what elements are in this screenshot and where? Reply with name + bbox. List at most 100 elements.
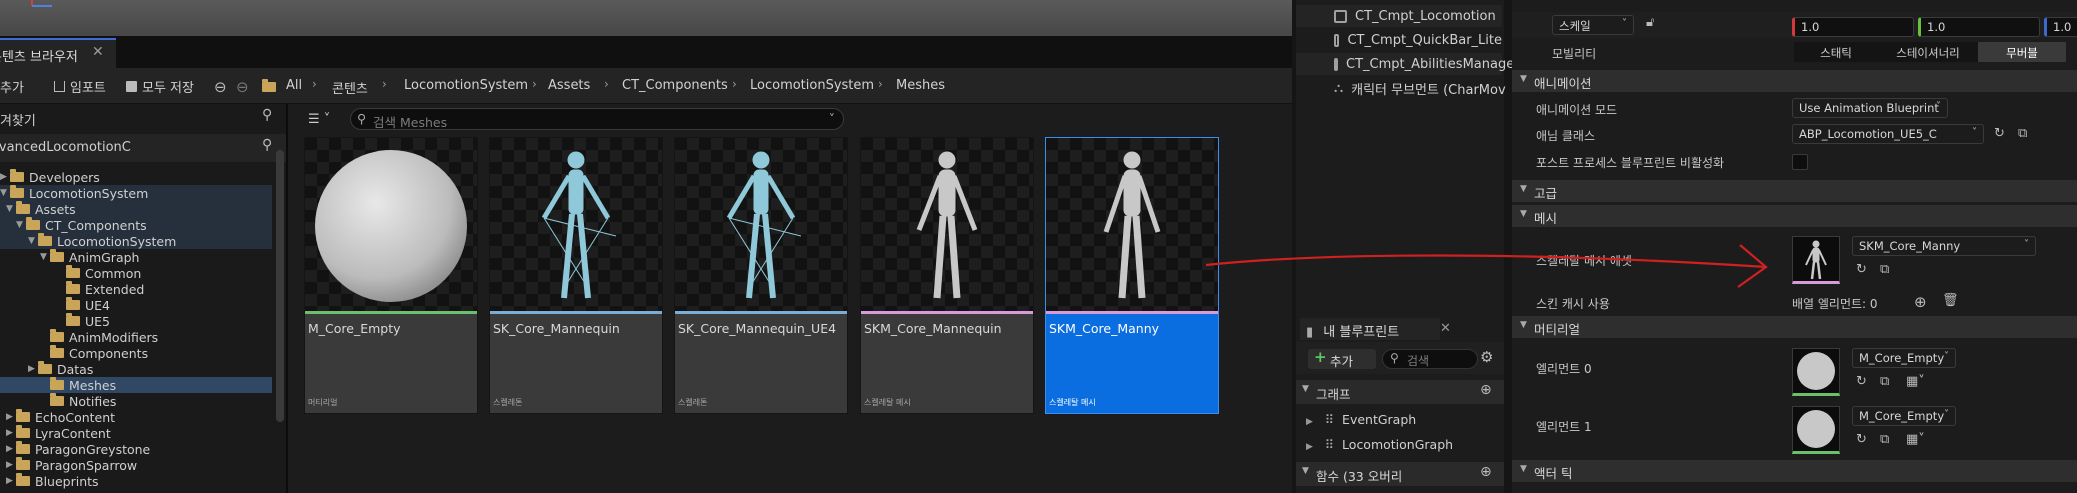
folder-tree-item[interactable]: Notifies — [0, 393, 272, 409]
filter-icon[interactable]: ☰ ˅ — [308, 112, 330, 127]
mobility-static-option[interactable]: 스태틱 — [1794, 42, 1878, 62]
trash-icon[interactable]: 🗑︎ — [1942, 293, 1959, 308]
add-circle-icon[interactable]: ⊕ — [1480, 382, 1492, 398]
folder-tree-item[interactable]: Components — [0, 345, 272, 361]
history-back-icon[interactable]: ⊖ — [214, 77, 227, 97]
level-viewport[interactable] — [0, 0, 1292, 36]
my-blueprint-tab[interactable]: ▮ 내 블루프린트 ✕ — [1300, 318, 1451, 340]
scale-mode-dropdown[interactable]: 스케일 ˅ — [1552, 15, 1634, 35]
lock-icon[interactable]: 🔓︎ — [1646, 15, 1654, 30]
folder-tree-item[interactable]: Meshes — [0, 377, 272, 393]
folder-tree-item[interactable]: ▶ ParagonSparrow — [0, 457, 272, 473]
folder-tree-item[interactable]: ▼ Assets — [0, 201, 272, 217]
mobility-movable-option[interactable]: 무버블 — [1978, 42, 2066, 62]
mobility-stationary-option[interactable]: 스테이셔너리 — [1878, 42, 1978, 62]
chevron-right-icon[interactable]: ▶ — [6, 444, 16, 454]
breadcrumb-assets[interactable]: Assets — [548, 78, 590, 93]
close-icon[interactable]: ✕ — [1440, 321, 1451, 336]
use-selected-icon[interactable]: ↻ — [1856, 432, 1867, 447]
folder-tree-item[interactable]: ▶ Blueprints — [0, 473, 272, 489]
folder-tree-item[interactable]: Extended — [0, 281, 272, 297]
folder-tree-item[interactable]: Common — [0, 265, 272, 281]
folder-tree-item[interactable]: ▶ EchoContent — [0, 409, 272, 425]
actor-tick-section-header[interactable]: ▼ 액터 틱 — [1512, 460, 2077, 482]
chevron-down-icon[interactable]: ▼ — [16, 220, 26, 230]
checker-options-icon[interactable]: ▦˅ — [1906, 432, 1925, 447]
use-selected-icon[interactable]: ↻ — [1994, 126, 2005, 141]
breadcrumb-meshes[interactable]: Meshes — [896, 78, 945, 93]
asset-tile-sk-core-mannequin[interactable]: SK_Core_Mannequin 스켈레톤 — [489, 137, 663, 414]
favorites-header[interactable]: 즐겨찾기 ⚲ — [0, 104, 286, 132]
folder-tree-item[interactable]: UE5 — [0, 313, 272, 329]
folder-tree-item[interactable]: ▶ ParagonGreystone — [0, 441, 272, 457]
folder-tree-item[interactable]: ▼ LocomotionSystem — [0, 233, 272, 249]
folder-tree-item[interactable]: ▶ Developers — [0, 169, 272, 185]
folder-tree-item[interactable]: ▼ AnimGraph — [0, 249, 272, 265]
materials-section-header[interactable]: ▼ 머티리얼 — [1512, 316, 2077, 338]
save-all-button[interactable]: 모두 저장 — [126, 76, 194, 96]
browse-icon[interactable]: ⧉ — [1880, 262, 1889, 277]
anim-class-dropdown[interactable]: ABP_Locomotion_UE5_C ˅ — [1792, 124, 1984, 144]
graph-item-locomotiongraph[interactable]: ▶ ⠿ LocomotionGraph — [1306, 437, 1453, 452]
skeletal-asset-dropdown[interactable]: SKM_Core_Manny ˅ — [1852, 236, 2036, 256]
import-button[interactable]: 임포트 — [54, 76, 106, 96]
advanced-section-header[interactable]: ▼ 고급 — [1512, 180, 2077, 202]
material-dropdown[interactable]: M_Core_Empty ˅ — [1852, 348, 1956, 368]
animation-section-header[interactable]: ▼ 애니메이션 — [1512, 70, 2077, 92]
asset-tile-skm-core-manny[interactable]: SKM_Core_Manny 스켈레탈 메시 — [1045, 137, 1219, 414]
breadcrumb-ct-components[interactable]: CT_Components — [622, 78, 728, 93]
breadcrumb-all[interactable]: All — [286, 78, 302, 93]
breadcrumb-content[interactable]: 콘텐츠 — [332, 78, 368, 97]
material-thumbnail[interactable] — [1792, 348, 1840, 396]
blueprint-search-input[interactable]: ⚲ 검색 — [1382, 349, 1478, 369]
functions-section-header[interactable]: ▼ 함수 (33 오버리 ⊕ — [1296, 462, 1504, 486]
chevron-right-icon[interactable]: ▶ — [6, 460, 16, 470]
component-item[interactable]: CT_Cmpt_AbilitiesManager — [1296, 53, 1520, 75]
content-browser-tab[interactable]: 콘텐츠 브라우저 ✕ — [0, 38, 116, 68]
folder-tree-item[interactable]: ▼ CT_Components — [0, 217, 272, 233]
add-circle-icon[interactable]: ⊕ — [1480, 464, 1492, 480]
scale-x-input[interactable]: 1.0 — [1792, 17, 1914, 37]
browse-icon[interactable]: ⧉ — [1880, 374, 1889, 389]
search-icon[interactable]: ⚲ — [262, 107, 272, 123]
asset-tile-m-core-empty[interactable]: M_Core_Empty 머티리얼 — [304, 137, 478, 414]
anim-mode-dropdown[interactable]: Use Animation Blueprint ˅ — [1792, 98, 1948, 118]
scale-z-input[interactable]: 1.0 — [2044, 17, 2077, 37]
folder-tree-item[interactable]: UE4 — [0, 297, 272, 313]
folder-tree-item[interactable]: AnimModifiers — [0, 329, 272, 345]
folder-tree-item[interactable]: ▼ LocomotionSystem — [0, 185, 272, 201]
search-icon[interactable]: ⚲ — [262, 137, 272, 153]
add-circle-icon[interactable]: ⊕ — [1914, 293, 1927, 311]
add-button[interactable]: 추가 — [0, 76, 24, 96]
chevron-right-icon[interactable]: ▶ — [0, 172, 10, 182]
project-header[interactable]: AdvancedLocomotionC ⚲ — [0, 134, 286, 162]
folder-tree-item[interactable]: ▶ LyraContent — [0, 425, 272, 441]
use-selected-icon[interactable]: ↻ — [1856, 374, 1867, 389]
use-selected-icon[interactable]: ↻ — [1856, 262, 1867, 277]
chevron-right-icon[interactable]: ▶ — [6, 428, 16, 438]
chevron-right-icon[interactable]: ▶ — [6, 412, 16, 422]
chevron-down-icon[interactable]: ▼ — [28, 236, 38, 246]
chevron-down-icon[interactable]: ▼ — [6, 204, 16, 214]
material-dropdown[interactable]: M_Core_Empty ˅ — [1852, 406, 1956, 426]
component-item[interactable]: ⛬ 캐릭터 무브먼트 (CharMov — [1296, 77, 1506, 99]
chevron-right-icon[interactable]: ▶ — [6, 476, 16, 486]
chevron-right-icon[interactable]: ▶ — [28, 364, 38, 374]
component-item[interactable]: CT_Cmpt_QuickBar_Lite — [1296, 29, 1502, 51]
folder-tree-item[interactable]: ▶ Datas — [0, 361, 272, 377]
gear-icon[interactable]: ⚙ — [1480, 348, 1493, 366]
tree-scrollbar[interactable] — [276, 150, 284, 422]
component-item[interactable]: CT_Cmpt_Locomotion — [1296, 5, 1502, 27]
breadcrumb-locomotionsystem[interactable]: LocomotionSystem — [404, 78, 528, 93]
browse-icon[interactable]: ⧉ — [2018, 126, 2027, 141]
graph-item-eventgraph[interactable]: ▶ ⠿ EventGraph — [1306, 412, 1416, 427]
asset-tile-skm-core-mannequin[interactable]: SKM_Core_Mannequin 스켈레탈 메시 — [860, 137, 1034, 414]
mesh-section-header[interactable]: ▼ 메시 — [1512, 205, 2077, 227]
asset-search-input[interactable]: ⚲ 검색 Meshes ˅ — [350, 108, 844, 130]
chevron-down-icon[interactable]: ▼ — [40, 252, 50, 262]
skeletal-asset-thumbnail[interactable] — [1792, 236, 1840, 284]
close-icon[interactable]: ✕ — [92, 44, 104, 60]
scale-y-input[interactable]: 1.0 — [1918, 17, 2040, 37]
checker-options-icon[interactable]: ▦˅ — [1906, 374, 1925, 389]
chevron-down-icon[interactable]: ▼ — [0, 188, 10, 198]
